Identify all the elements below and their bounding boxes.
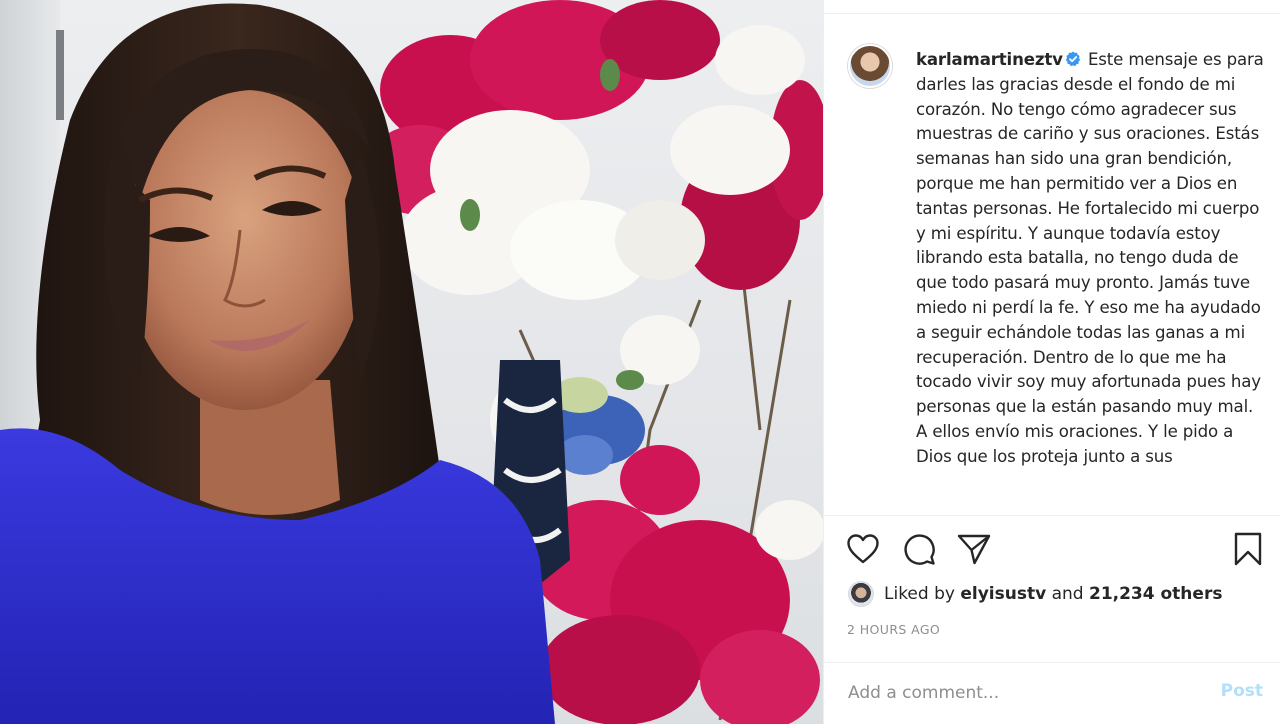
post-comment-button[interactable]: Post [1221, 681, 1263, 701]
likes-others-link[interactable]: 21,234 others [1089, 584, 1222, 604]
comment-input[interactable] [846, 677, 1206, 709]
author-username[interactable]: karlamartineztv [916, 50, 1063, 69]
post-photo[interactable] [0, 0, 823, 724]
liker-avatar[interactable] [848, 581, 874, 607]
bookmark-icon [1234, 532, 1262, 566]
post-caption: karlamartineztv Este mensaje es para dar… [916, 48, 1266, 470]
heart-icon [847, 534, 879, 564]
actions-divider [824, 515, 1280, 516]
author-avatar[interactable] [848, 44, 892, 88]
likes-summary: Liked by elyisustv and 21,234 others [848, 578, 1268, 610]
liker-username[interactable]: elyisustv [960, 584, 1046, 604]
post-details-panel: karlamartineztv Este mensaje es para dar… [823, 0, 1280, 724]
post-actions [824, 526, 1280, 572]
comment-icon [904, 534, 935, 565]
post-timestamp[interactable]: 2 HOURS AGO [847, 622, 940, 637]
likes-prefix: Liked by [884, 584, 955, 604]
verified-badge-icon [1065, 51, 1081, 67]
comment-box: Post [824, 663, 1280, 724]
likes-conjunction: and [1051, 584, 1084, 604]
caption-text: Este mensaje es para darles las gracias … [916, 50, 1264, 466]
caption-area[interactable]: karlamartineztv Este mensaje es para dar… [824, 14, 1280, 514]
save-button[interactable] [1229, 530, 1267, 568]
comment-button[interactable] [900, 530, 938, 568]
paper-plane-icon [957, 534, 991, 565]
likes-text: Liked by elyisustv and 21,234 others [884, 584, 1222, 604]
photo-illustration [0, 0, 823, 724]
share-button[interactable] [955, 530, 993, 568]
like-button[interactable] [844, 530, 882, 568]
